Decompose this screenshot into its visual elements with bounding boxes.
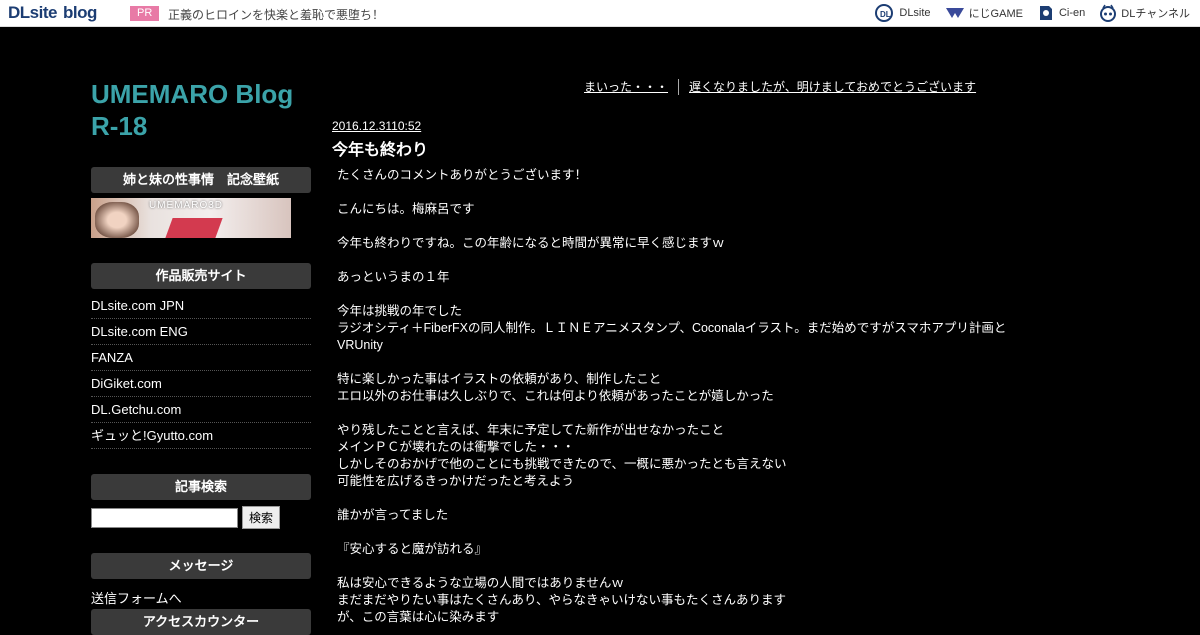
- pr-ad-link[interactable]: 正義のヒロインを快楽と羞恥で悪堕ち！: [168, 6, 384, 23]
- post-paragraph: こんにちは。梅麻呂です: [337, 202, 475, 216]
- shop-link[interactable]: ギュッと!Gyutto.com: [91, 423, 311, 449]
- banner-figure: [95, 202, 139, 238]
- post-body: たくさんのコメントありがとうございます！ こんにちは。梅麻呂です 今年も終わりで…: [337, 167, 1037, 626]
- pr-badge: PR: [130, 6, 160, 21]
- nijigame-link-label: にじGAME: [968, 8, 1023, 20]
- wallpaper-section-heading: 姉と妹の性事情 記念壁紙: [91, 167, 311, 193]
- post-paragraph: 誰かが言ってました: [337, 508, 449, 522]
- dlsite-icon: DL: [875, 4, 894, 22]
- nijigame-link[interactable]: にじGAME: [945, 5, 1023, 21]
- ci-en-link-label: Ci-en: [1058, 7, 1086, 19]
- shop-link[interactable]: DLsite.com ENG: [91, 319, 311, 345]
- dlsite-link-label: DLsite: [899, 7, 931, 19]
- contact-form-link[interactable]: 送信フォームへ: [91, 589, 311, 609]
- banner-logo-text: UMEMARO3D: [149, 200, 224, 211]
- shop-link[interactable]: DL.Getchu.com: [91, 397, 311, 423]
- article-pager: まいった・・・ 遅くなりましたが、明けましておめでとうございます: [584, 78, 976, 95]
- search-form: 検索: [91, 506, 311, 529]
- post-paragraph: 私は安心できるような立場の人間ではありませんｗ まだまだやりたい事はたくさんあり…: [337, 576, 787, 624]
- shop-link[interactable]: FANZA: [91, 345, 311, 371]
- banner-skirt: [165, 218, 223, 238]
- sidebar: 姉と妹の性事情 記念壁紙 UMEMARO3D 作品販売サイト DLsite.co…: [91, 167, 311, 635]
- prev-article-link[interactable]: まいった・・・: [584, 78, 668, 95]
- logo-blog: blog: [62, 3, 97, 22]
- logo-main: DLsite: [8, 3, 57, 22]
- nijigame-icon: [945, 8, 964, 18]
- dlsite-link[interactable]: DL DLsite: [875, 4, 931, 22]
- dlchannel-icon: [1100, 4, 1117, 22]
- post-title: 今年も終わり: [332, 142, 429, 159]
- site-header-bar: DLsite blog PR 正義のヒロインを快楽と羞恥で悪堕ち！ DL DLsi…: [0, 0, 1200, 27]
- svg-text:DL: DL: [880, 10, 891, 19]
- post-paragraph: 今年は挑戦の年でした ラジオシティ＋FiberFXの同人制作。ＬＩＮＥアニメスタ…: [337, 304, 1007, 352]
- ci-en-icon: [1039, 6, 1052, 20]
- dlchannel-link[interactable]: DLチャンネル: [1099, 4, 1190, 22]
- shop-link[interactable]: DiGiket.com: [91, 371, 311, 397]
- shops-section-heading: 作品販売サイト: [91, 263, 311, 289]
- dlsite-blog-logo[interactable]: DLsite blog: [8, 3, 97, 23]
- blog-title[interactable]: UMEMARO Blog R-18: [91, 78, 321, 142]
- shop-link-list: DLsite.com JPN DLsite.com ENG FANZA DiGi…: [91, 293, 311, 449]
- post-date[interactable]: 2016.12.3110:52: [332, 119, 421, 133]
- search-input[interactable]: [91, 507, 238, 528]
- access-counter-heading: アクセスカウンター: [91, 609, 311, 635]
- service-links: DL DLsite にじGAME Ci-en DLチャンネル: [875, 3, 1190, 23]
- ci-en-link[interactable]: Ci-en: [1037, 4, 1085, 22]
- shop-link[interactable]: DLsite.com JPN: [91, 293, 311, 319]
- dlchannel-link-label: DLチャンネル: [1121, 8, 1190, 20]
- next-article-link[interactable]: 遅くなりましたが、明けましておめでとうございます: [689, 78, 976, 95]
- post-paragraph: やり残したことと言えば、年末に予定してた新作が出せなかったこと メインＰＣが壊れ…: [337, 423, 787, 488]
- post-paragraph: あっというまの１年: [337, 270, 450, 284]
- pager-divider: [678, 78, 680, 95]
- post-paragraph: 今年も終わりですね。この年齢になると時間が異常に早く感じますｗ: [337, 236, 725, 250]
- wallpaper-banner-image[interactable]: UMEMARO3D: [91, 198, 291, 238]
- message-section-heading: メッセージ: [91, 553, 311, 579]
- post-paragraph: 特に楽しかった事はイラストの依頼があり、制作したこと エロ以外のお仕事は久しぶり…: [337, 372, 774, 403]
- post-paragraph: 『安心すると魔が訪れる』: [337, 542, 488, 556]
- search-section-heading: 記事検索: [91, 474, 311, 500]
- search-button[interactable]: 検索: [242, 506, 281, 529]
- post-paragraph: たくさんのコメントありがとうございます！: [337, 168, 588, 182]
